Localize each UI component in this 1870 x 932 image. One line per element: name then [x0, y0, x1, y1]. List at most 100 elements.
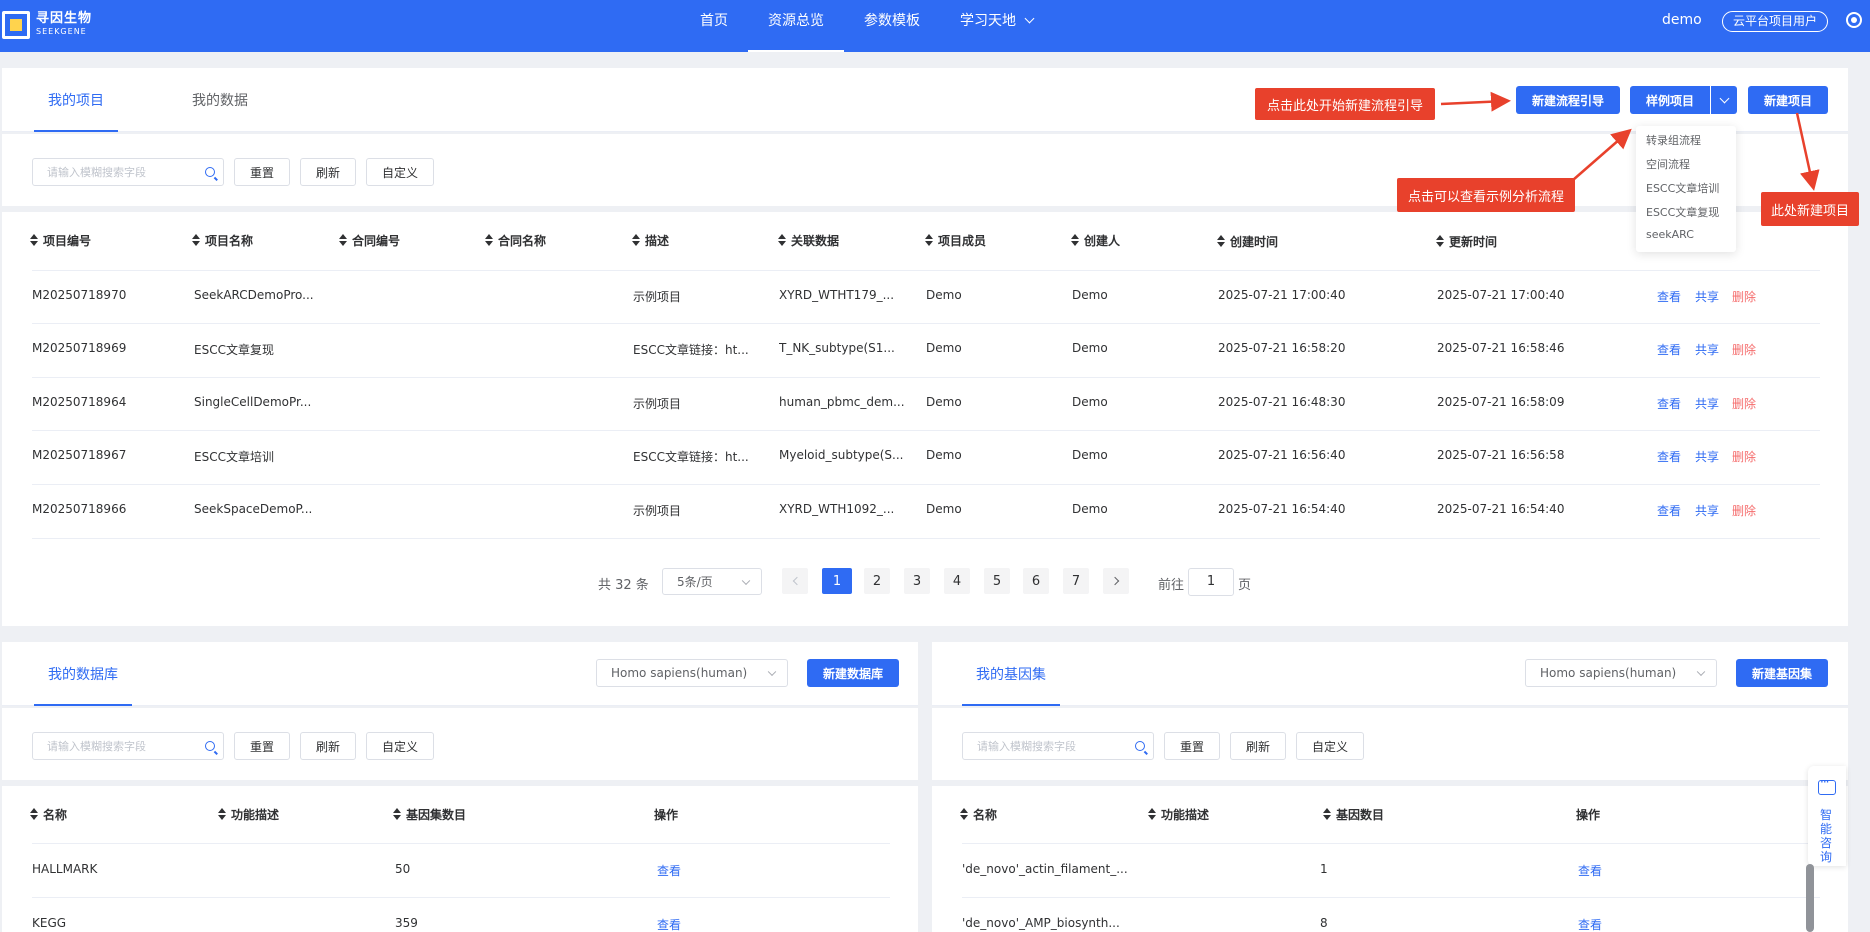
column-header[interactable]: 基因集数目	[393, 806, 466, 823]
database-name: HALLMARK	[32, 862, 98, 876]
page-button[interactable]: 7	[1063, 568, 1089, 594]
column-header[interactable]: 名称	[960, 806, 997, 823]
view-link[interactable]: 查看	[1657, 341, 1681, 358]
column-header[interactable]: 关联数据	[778, 232, 839, 249]
page-button[interactable]: 5	[984, 568, 1010, 594]
page-button[interactable]: 3	[904, 568, 930, 594]
geneset-species-select[interactable]: Homo sapiens(human)	[1525, 659, 1717, 687]
project-search-input[interactable]	[33, 159, 223, 185]
column-header-label: 关联数据	[791, 234, 840, 248]
project-id: M20250718967	[32, 448, 127, 462]
delete-link[interactable]: 删除	[1732, 288, 1756, 305]
share-link[interactable]: 共享	[1695, 448, 1719, 465]
page-button[interactable]: 2	[864, 568, 890, 594]
view-link[interactable]: 查看	[657, 862, 681, 879]
geneset-search-box[interactable]	[962, 732, 1154, 760]
column-header[interactable]: 创建时间	[1217, 233, 1278, 250]
column-header[interactable]: 描述	[632, 232, 669, 249]
tab-my-database[interactable]: 我的数据库	[34, 642, 132, 706]
view-link[interactable]: 查看	[1657, 448, 1681, 465]
column-header[interactable]: 项目成员	[925, 232, 986, 249]
sample-projects-button[interactable]: 样例项目	[1630, 86, 1710, 114]
view-link[interactable]: 查看	[1657, 502, 1681, 519]
projects-table: 项目编号 项目名称 合同编号 合同名称 描述 关联数据 项目成员 创建人 创建时…	[2, 212, 1848, 626]
user-name[interactable]: demo	[1662, 12, 1702, 28]
smart-consult-widget[interactable]: 智能咨询	[1808, 766, 1846, 866]
new-geneset-button[interactable]: 新建基因集	[1736, 659, 1828, 687]
view-link[interactable]: 查看	[1657, 395, 1681, 412]
page-button[interactable]: 1	[822, 568, 852, 594]
nav-home[interactable]: 首页	[680, 0, 748, 52]
page-size-select[interactable]: 5条/页	[662, 568, 762, 595]
menu-item-escc-reproduction[interactable]: ESCC文章复现	[1646, 204, 1719, 220]
view-link[interactable]: 查看	[1578, 862, 1602, 879]
nav-parameter-templates[interactable]: 参数模板	[844, 0, 940, 52]
share-link[interactable]: 共享	[1695, 502, 1719, 519]
refresh-button[interactable]: 刷新	[300, 158, 356, 186]
reset-button[interactable]: 重置	[234, 158, 290, 186]
share-link[interactable]: 共享	[1695, 341, 1719, 358]
tab-my-database-label: 我的数据库	[48, 666, 118, 683]
project-name: SeekSpaceDemoP...	[194, 502, 313, 516]
column-header[interactable]: 合同名称	[485, 232, 546, 249]
nav-resource-overview[interactable]: 资源总览	[748, 0, 844, 52]
reset-button[interactable]: 重置	[1164, 732, 1220, 760]
column-header[interactable]: 基因数目	[1323, 806, 1384, 823]
customize-columns-button[interactable]: 自定义	[366, 732, 434, 760]
menu-item-escc-training[interactable]: ESCC文章培训	[1646, 180, 1719, 196]
column-header[interactable]: 名称	[30, 806, 67, 823]
customize-columns-button[interactable]: 自定义	[1296, 732, 1364, 760]
view-link[interactable]: 查看	[657, 916, 681, 932]
view-link[interactable]: 查看	[1578, 916, 1602, 932]
callout-new-flow-guide: 点击此处开始新建流程引导	[1255, 88, 1435, 120]
database-species-select[interactable]: Homo sapiens(human)	[596, 659, 788, 687]
prev-page-button[interactable]	[782, 568, 808, 594]
search-icon[interactable]	[205, 167, 215, 177]
scrollbar-thumb[interactable]	[1806, 864, 1814, 932]
column-header[interactable]: 创建人	[1071, 232, 1120, 249]
delete-link[interactable]: 删除	[1732, 395, 1756, 412]
customize-columns-button[interactable]: 自定义	[366, 158, 434, 186]
nav-learning[interactable]: 学习天地	[940, 0, 1053, 52]
column-header[interactable]: 更新时间	[1436, 233, 1497, 250]
brand-logo[interactable]: 寻因生物 SEEKGENE	[0, 6, 92, 44]
share-link[interactable]: 共享	[1695, 288, 1719, 305]
tab-my-projects[interactable]: 我的项目	[34, 68, 118, 132]
gear-icon[interactable]	[1846, 12, 1862, 28]
reset-button[interactable]: 重置	[234, 732, 290, 760]
delete-link[interactable]: 删除	[1732, 448, 1756, 465]
view-link[interactable]: 查看	[1657, 288, 1681, 305]
search-icon[interactable]	[205, 741, 215, 751]
menu-item-spatial[interactable]: 空间流程	[1646, 156, 1690, 172]
column-header[interactable]: 功能描述	[218, 806, 279, 823]
column-header[interactable]: 功能描述	[1148, 806, 1209, 823]
new-flow-guide-button[interactable]: 新建流程引导	[1516, 86, 1620, 114]
new-project-button[interactable]: 新建项目	[1748, 86, 1828, 114]
project-name: ESCC文章培训	[194, 450, 274, 464]
refresh-button[interactable]: 刷新	[1230, 732, 1286, 760]
database-search-input[interactable]	[33, 733, 223, 759]
database-search-box[interactable]	[32, 732, 224, 760]
delete-link[interactable]: 删除	[1732, 502, 1756, 519]
project-creator: Demo	[1072, 395, 1108, 409]
sample-projects-dropdown-toggle[interactable]	[1711, 86, 1737, 114]
column-header[interactable]: 项目名称	[192, 232, 253, 249]
page-button[interactable]: 6	[1023, 568, 1049, 594]
menu-item-seekarc[interactable]: seekARC	[1646, 228, 1694, 241]
next-page-button[interactable]	[1103, 568, 1129, 594]
tab-my-geneset[interactable]: 我的基因集	[962, 642, 1060, 706]
delete-link[interactable]: 删除	[1732, 341, 1756, 358]
share-link[interactable]: 共享	[1695, 395, 1719, 412]
search-icon[interactable]	[1135, 741, 1145, 751]
goto-page-input[interactable]: 1	[1188, 568, 1234, 596]
project-created-time: 2025-07-21 17:00:40	[1218, 288, 1346, 302]
project-search-box[interactable]	[32, 158, 224, 186]
page-button[interactable]: 4	[944, 568, 970, 594]
geneset-search-input[interactable]	[963, 733, 1153, 759]
column-header[interactable]: 项目编号	[30, 232, 91, 249]
refresh-button[interactable]: 刷新	[300, 732, 356, 760]
menu-item-transcriptome[interactable]: 转录组流程	[1646, 132, 1701, 148]
new-database-button[interactable]: 新建数据库	[807, 659, 899, 687]
column-header[interactable]: 合同编号	[339, 232, 400, 249]
tab-my-data[interactable]: 我的数据	[192, 68, 248, 131]
